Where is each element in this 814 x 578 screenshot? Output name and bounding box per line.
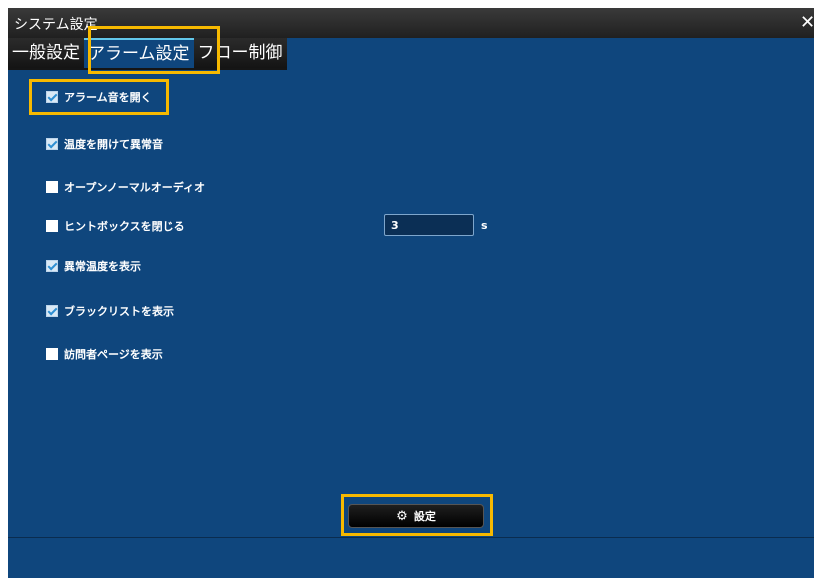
option-close-hint-box[interactable]: ヒントボックスを閉じる xyxy=(46,217,185,235)
checkbox-unchecked[interactable] xyxy=(46,181,58,193)
hint-box-seconds-input[interactable] xyxy=(384,214,474,236)
option-label: オープンノーマルオーディオ xyxy=(64,181,206,194)
submit-settings-button[interactable]: ⚙ 設定 xyxy=(348,504,484,528)
tab-alarm[interactable]: アラーム設定 xyxy=(84,38,194,68)
option-temp-abnormal-sound[interactable]: 温度を開けて異常音 xyxy=(46,135,163,153)
checkbox-unchecked[interactable] xyxy=(46,220,58,232)
tab-general[interactable]: 一般設定 xyxy=(8,38,84,68)
footer-divider xyxy=(8,537,814,538)
option-label: ブラックリストを表示 xyxy=(64,305,174,318)
option-open-normal-audio[interactable]: オープンノーマルオーディオ xyxy=(46,178,205,196)
option-show-visitor-page[interactable]: 訪問者ページを表示 xyxy=(46,345,163,363)
close-icon[interactable]: ✕ xyxy=(800,14,814,32)
option-label: アラーム音を開く xyxy=(64,91,152,104)
option-show-blacklist[interactable]: ブラックリストを表示 xyxy=(46,302,174,320)
option-show-abnormal-temp[interactable]: 異常温度を表示 xyxy=(46,257,141,275)
checkbox-checked[interactable] xyxy=(46,138,58,150)
gear-icon: ⚙ xyxy=(396,508,408,524)
checkbox-unchecked[interactable] xyxy=(46,348,58,360)
option-open-alarm-sound[interactable]: アラーム音を開く xyxy=(46,88,152,106)
checkbox-checked[interactable] xyxy=(46,305,58,317)
option-label: ヒントボックスを閉じる xyxy=(64,220,185,233)
title-bar: システム設定 ✕ xyxy=(8,8,814,38)
option-label: 異常温度を表示 xyxy=(64,260,141,273)
checkbox-checked[interactable] xyxy=(46,260,58,272)
checkbox-checked[interactable] xyxy=(46,91,58,103)
system-settings-window: システム設定 ✕ 一般設定 アラーム設定 フロー制御 アラーム音を開く 温度を開… xyxy=(8,8,814,578)
seconds-unit-label: s xyxy=(481,219,488,232)
option-label: 温度を開けて異常音 xyxy=(64,138,163,151)
window-title: システム設定 xyxy=(14,17,98,33)
submit-label: 設定 xyxy=(413,510,436,523)
option-label: 訪問者ページを表示 xyxy=(64,348,163,361)
tab-bar: 一般設定 アラーム設定 フロー制御 xyxy=(8,38,814,70)
tab-flow-control[interactable]: フロー制御 xyxy=(193,38,287,68)
